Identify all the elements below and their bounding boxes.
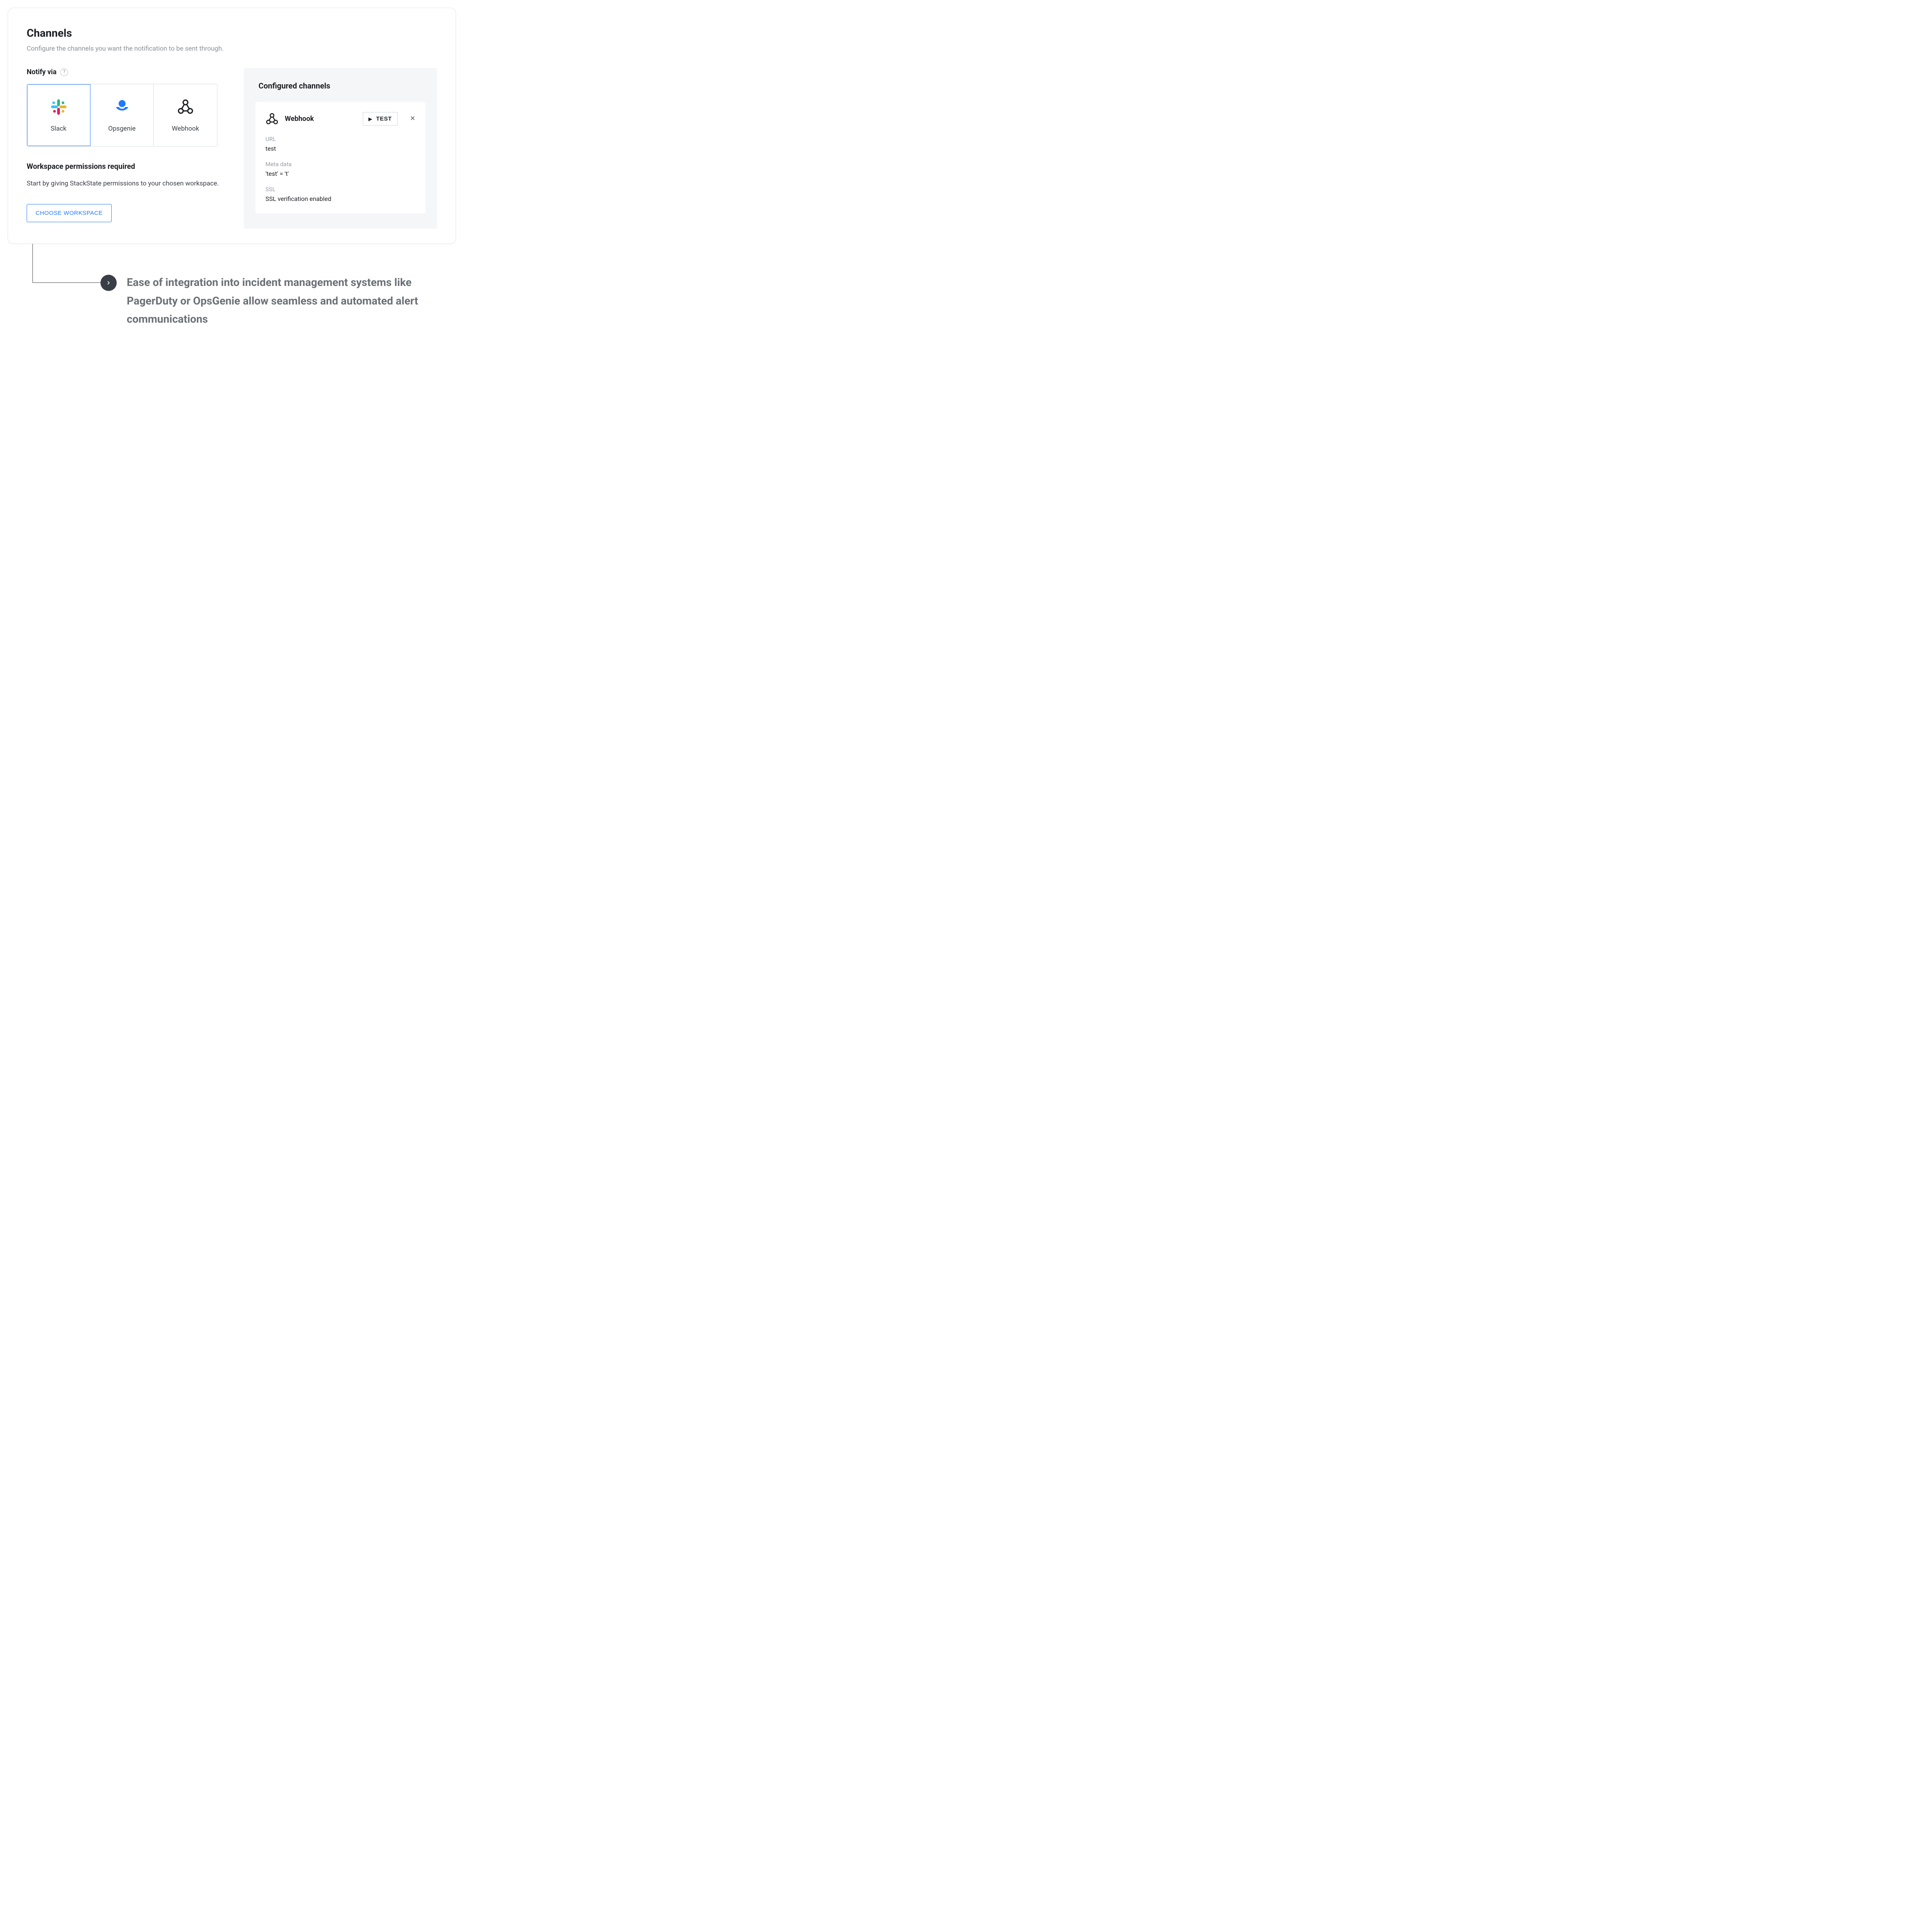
section-title: Channels: [27, 27, 437, 39]
configured-channels-heading: Configured channels: [255, 81, 425, 90]
permissions-heading: Workspace permissions required: [27, 162, 228, 171]
channel-option-opsgenie[interactable]: Opsgenie: [90, 84, 154, 146]
play-icon: ▶: [369, 116, 372, 122]
chevron-right-icon: [100, 275, 117, 291]
notify-via-label: Notify via: [27, 68, 56, 76]
channel-option-label: Opsgenie: [108, 125, 136, 133]
meta-label: Meta data: [265, 161, 415, 168]
ssl-label: SSL: [265, 186, 415, 193]
webhook-icon: [265, 112, 279, 126]
channel-option-webhook[interactable]: Webhook: [154, 84, 217, 146]
channel-option-label: Webhook: [172, 125, 199, 133]
configured-channels-panel: Configured channels: [244, 68, 437, 229]
section-subtitle: Configure the channels you want the noti…: [27, 45, 437, 53]
configured-channel-type: Webhook: [285, 115, 357, 123]
channel-options: Slack Opsgenie: [27, 84, 218, 146]
meta-value: 'test' = 't': [265, 170, 415, 177]
channel-option-label: Slack: [51, 125, 66, 133]
url-value: test: [265, 145, 415, 152]
channel-option-slack[interactable]: Slack: [27, 84, 90, 146]
slack-icon: [49, 98, 68, 116]
right-column: Configured channels: [244, 68, 437, 229]
webhook-icon: [176, 98, 195, 116]
permissions-body: Start by giving StackState permissions t…: [27, 179, 220, 189]
left-column: Notify via ?: [27, 68, 228, 222]
configured-channel-card: Webhook ▶ TEST ✕ URL test Meta data 'tes…: [255, 102, 425, 213]
connector-line: [32, 244, 33, 282]
test-button-label: TEST: [376, 116, 391, 122]
opsgenie-icon: [113, 98, 131, 116]
test-button[interactable]: ▶ TEST: [363, 112, 398, 126]
connector-line: [32, 282, 102, 283]
remove-channel-button[interactable]: ✕: [410, 116, 415, 122]
ssl-value: SSL verification enabled: [265, 195, 415, 202]
help-icon[interactable]: ?: [60, 68, 68, 76]
url-label: URL: [265, 136, 415, 143]
annotation: Ease of integration into incident manage…: [8, 244, 456, 344]
annotation-text: Ease of integration into incident manage…: [127, 273, 456, 328]
channels-card: Channels Configure the channels you want…: [8, 8, 456, 244]
choose-workspace-button[interactable]: CHOOSE WORKSPACE: [27, 204, 112, 222]
